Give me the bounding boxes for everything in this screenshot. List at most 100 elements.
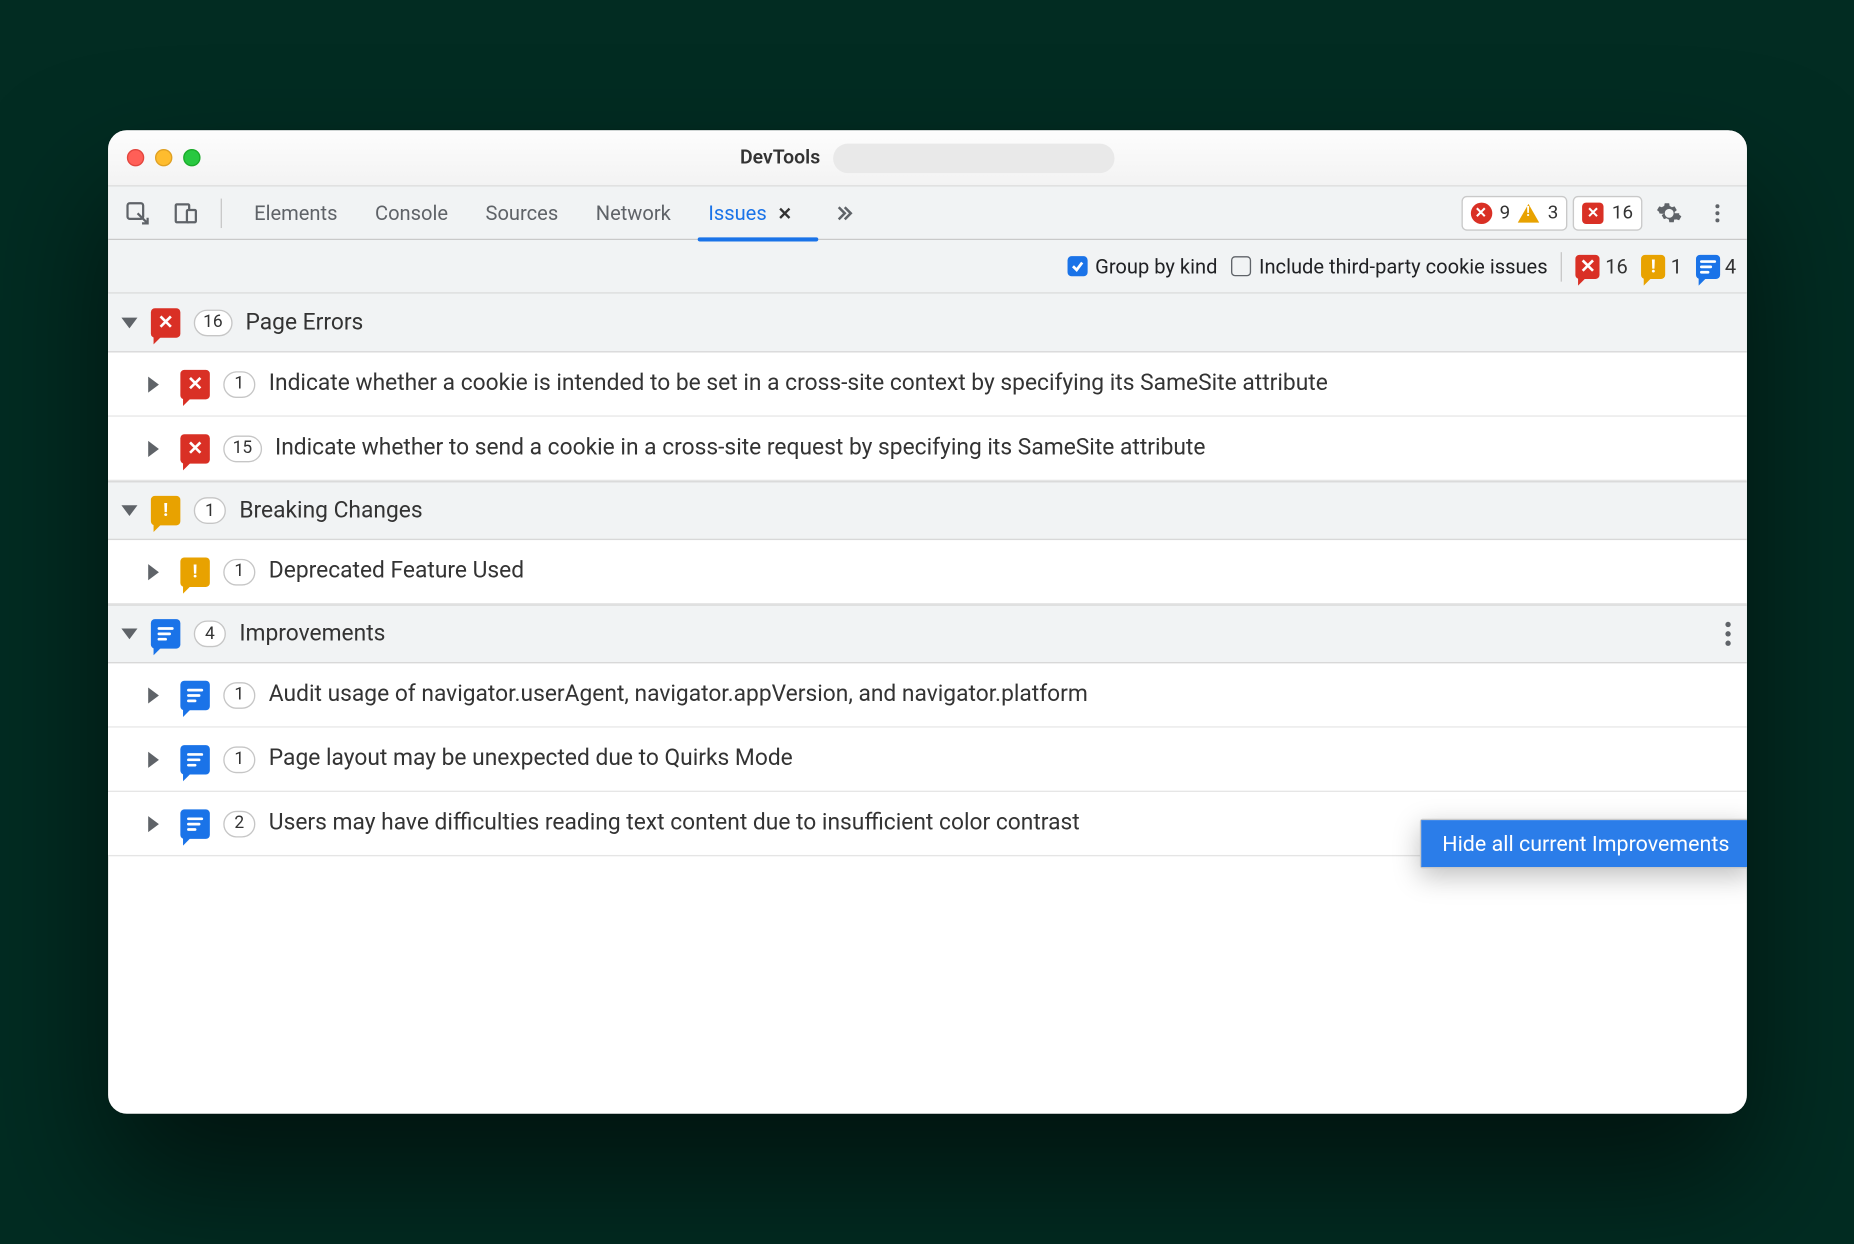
- window-title: DevTools: [739, 146, 819, 169]
- error-badge-icon: [1575, 254, 1599, 278]
- settings-button[interactable]: [1647, 191, 1690, 234]
- chevron-right-double-icon: [831, 201, 855, 225]
- item-count: 1: [223, 558, 255, 585]
- info-badge-icon: [1695, 254, 1719, 278]
- issue-count: 16: [1611, 202, 1632, 223]
- tab-issues[interactable]: Issues: [689, 186, 812, 240]
- error-icon: ✕: [1470, 202, 1491, 223]
- collapse-icon: [121, 317, 137, 328]
- more-options-button[interactable]: [1695, 191, 1738, 234]
- error-badge-icon: [150, 308, 179, 337]
- context-menu: Hide all current Improvements: [1419, 819, 1746, 869]
- summary-improvements[interactable]: 4: [1695, 254, 1736, 278]
- minimize-window-button[interactable]: [154, 149, 171, 166]
- group-header-page-errors[interactable]: 16 Page Errors: [108, 294, 1747, 353]
- group-count: 1: [193, 497, 225, 524]
- device-toolbar-button[interactable]: [164, 191, 207, 234]
- item-count: 1: [223, 371, 255, 398]
- summary-errors[interactable]: 16: [1575, 254, 1627, 278]
- devtools-window: DevTools Elements Console Sources Networ…: [108, 130, 1747, 1114]
- warning-badge-icon: [150, 496, 179, 525]
- tab-console[interactable]: Console: [356, 186, 467, 240]
- group-by-kind-checkbox[interactable]: Group by kind: [1066, 254, 1216, 278]
- close-tab-icon[interactable]: [774, 203, 793, 222]
- error-badge-icon: [180, 369, 209, 398]
- expand-icon: [148, 816, 167, 832]
- collapse-icon: [121, 505, 137, 516]
- issues-list: 16 Page Errors 1 Indicate whether a cook…: [108, 294, 1747, 1114]
- item-count: 1: [223, 682, 255, 709]
- tab-network[interactable]: Network: [576, 186, 689, 240]
- window-controls: [108, 149, 200, 166]
- divider: [220, 198, 221, 227]
- group-title: Page Errors: [245, 309, 363, 336]
- summary-count: 1: [1670, 254, 1681, 278]
- issue-item[interactable]: 1 Deprecated Feature Used: [108, 540, 1747, 604]
- main-toolbar: Elements Console Sources Network Issues …: [108, 187, 1747, 241]
- issue-title: Indicate whether a cookie is intended to…: [268, 369, 1327, 400]
- issue-item[interactable]: 1 Audit usage of navigator.userAgent, na…: [108, 664, 1747, 728]
- checkbox-on-icon: [1066, 256, 1086, 276]
- expand-icon: [148, 687, 167, 703]
- error-badge-icon: [180, 434, 209, 463]
- info-badge-icon: [150, 619, 179, 648]
- warning-icon: [1518, 203, 1539, 222]
- tab-elements[interactable]: Elements: [235, 186, 356, 240]
- summary-warnings[interactable]: 1: [1641, 254, 1682, 278]
- expand-icon: [148, 376, 167, 392]
- issues-options-bar: Group by kind Include third-party cookie…: [108, 240, 1747, 294]
- tab-label: Sources: [485, 201, 558, 225]
- info-badge-icon: [180, 745, 209, 774]
- group-title: Improvements: [239, 621, 385, 648]
- titlebar: DevTools: [108, 130, 1747, 186]
- tab-sources[interactable]: Sources: [466, 186, 576, 240]
- tab-label: Console: [374, 201, 447, 225]
- group-count: 16: [193, 309, 231, 336]
- tab-label: Elements: [254, 201, 337, 225]
- issue-item[interactable]: 15 Indicate whether to send a cookie in …: [108, 417, 1747, 481]
- item-count: 15: [223, 435, 261, 462]
- issue-title: Audit usage of navigator.userAgent, navi…: [268, 680, 1087, 711]
- issues-counter-pill[interactable]: ✕ 16: [1573, 195, 1642, 230]
- group-header-breaking-changes[interactable]: 1 Breaking Changes: [108, 481, 1747, 540]
- checkbox-off-icon: [1230, 256, 1250, 276]
- expand-icon: [148, 751, 167, 767]
- warning-count: 3: [1547, 202, 1558, 223]
- info-badge-icon: [180, 809, 209, 838]
- info-badge-icon: [180, 680, 209, 709]
- error-count: 9: [1499, 202, 1510, 223]
- tab-label: Network: [595, 201, 670, 225]
- issue-error-icon: ✕: [1582, 202, 1603, 223]
- item-count: 2: [223, 810, 255, 837]
- group-menu-button[interactable]: [1725, 622, 1730, 646]
- issue-title: Deprecated Feature Used: [268, 556, 523, 587]
- expand-icon: [148, 440, 167, 456]
- inspect-element-button[interactable]: [116, 191, 159, 234]
- redacted-url: [833, 143, 1114, 172]
- warning-badge-icon: [180, 557, 209, 586]
- issue-title: Users may have difficulties reading text…: [268, 808, 1079, 839]
- expand-icon: [148, 564, 167, 580]
- context-menu-label: Hide all current Improvements: [1442, 831, 1729, 856]
- more-tabs-button[interactable]: [812, 186, 874, 240]
- gear-icon: [1655, 199, 1682, 226]
- zoom-window-button[interactable]: [183, 149, 200, 166]
- summary-count: 16: [1605, 254, 1628, 278]
- console-errors-warnings-pill[interactable]: ✕ 9 3: [1460, 195, 1567, 230]
- tab-label: Issues: [708, 201, 766, 225]
- issue-title: Page layout may be unexpected due to Qui…: [268, 744, 792, 775]
- group-title: Breaking Changes: [239, 497, 422, 524]
- item-count: 1: [223, 746, 255, 773]
- context-menu-hide-improvements[interactable]: Hide all current Improvements: [1420, 820, 1746, 867]
- kebab-icon: [1705, 201, 1729, 225]
- group-header-improvements[interactable]: 4 Improvements: [108, 605, 1747, 664]
- summary-count: 4: [1724, 254, 1735, 278]
- group-count: 4: [193, 621, 225, 648]
- divider: [1560, 251, 1561, 280]
- third-party-cookie-checkbox[interactable]: Include third-party cookie issues: [1230, 254, 1547, 278]
- issue-item[interactable]: 1 Indicate whether a cookie is intended …: [108, 353, 1747, 417]
- collapse-icon: [121, 629, 137, 640]
- checkbox-label: Group by kind: [1095, 254, 1217, 278]
- close-window-button[interactable]: [126, 149, 143, 166]
- issue-item[interactable]: 1 Page layout may be unexpected due to Q…: [108, 728, 1747, 792]
